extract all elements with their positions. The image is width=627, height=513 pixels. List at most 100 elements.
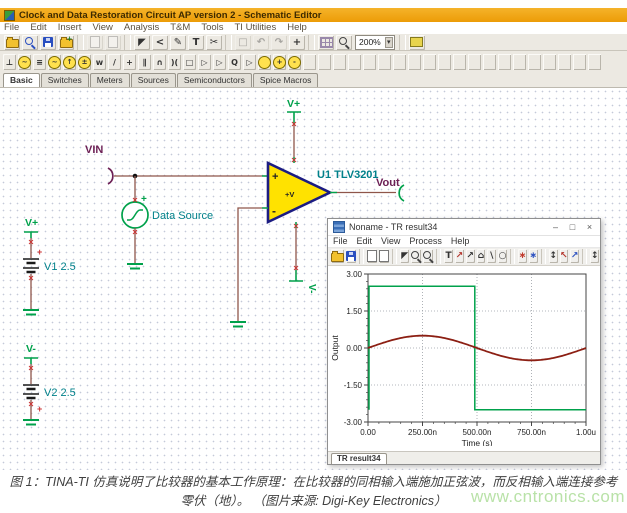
copy-icon[interactable] — [87, 35, 103, 50]
tr-menu-file[interactable]: File — [333, 236, 348, 246]
battery-icon[interactable]: ≡ — [33, 54, 46, 70]
tab-switches[interactable]: Switches — [41, 73, 89, 87]
voltage-generator-icon[interactable]: ~ — [48, 54, 61, 70]
tab-sources[interactable]: Sources — [131, 73, 176, 87]
io-pin-icon[interactable] — [258, 54, 271, 70]
crosshair-icon[interactable]: + — [289, 35, 305, 50]
ground-v2[interactable] — [23, 420, 39, 425]
last-component-icon[interactable]: < — [152, 35, 168, 50]
tr-result-tab[interactable]: TR result34 — [331, 453, 387, 464]
ground-source[interactable] — [127, 264, 143, 269]
open-icon[interactable] — [4, 35, 20, 50]
save-icon[interactable] — [40, 35, 56, 50]
signal-generator-icon[interactable]: ± — [78, 54, 91, 70]
probe-a-icon[interactable]: ↗ — [455, 249, 464, 263]
current-source-icon[interactable]: ↑ — [63, 54, 76, 70]
zoom-level-select[interactable]: 200%▾ — [355, 35, 395, 50]
tr-plot[interactable]: 0.00250.00n500.00n750.00n1.00u3.001.500.… — [328, 266, 598, 446]
battery-v1[interactable]: V1 2.5 — [23, 259, 76, 273]
text-tool-icon[interactable]: T — [444, 249, 453, 263]
draw-circle-icon[interactable]: ○ — [498, 249, 507, 263]
tr-menu-view[interactable]: View — [381, 236, 400, 246]
tr-result-window[interactable]: Noname - TR result34 –□× File Edit View Pro… — [327, 218, 601, 465]
vcc-pin-icon[interactable]: + — [273, 54, 286, 70]
node-plus-icon[interactable]: + — [123, 54, 136, 70]
transformer-icon[interactable]: )( — [168, 54, 181, 70]
x-axis-settings-icon[interactable]: ∗ — [518, 249, 527, 263]
menu-help[interactable]: Help — [287, 22, 307, 33]
diode-icon[interactable]: ▷ — [198, 54, 211, 70]
jumper-vplus-top[interactable]: V+ — [287, 98, 301, 119]
opamp-icon[interactable]: ▷ — [243, 54, 256, 70]
cursor-a-icon[interactable]: ↖ — [560, 249, 569, 263]
jumper-vminus-left[interactable]: V- — [24, 343, 38, 364]
maximize-button[interactable]: □ — [564, 219, 581, 235]
y-axis-settings-icon[interactable]: ∗ — [529, 249, 538, 263]
draw-line-icon[interactable]: \ — [487, 249, 496, 263]
tr-menu-edit[interactable]: Edit — [357, 236, 373, 246]
chevron-down-icon[interactable]: ▾ — [385, 37, 393, 48]
menu-ti-utilities[interactable]: TI Utilities — [235, 22, 277, 33]
zoom-in-icon[interactable] — [411, 249, 421, 263]
undo-icon[interactable]: ↶ — [253, 35, 269, 50]
tr-plot-area[interactable]: 0.00250.00n500.00n750.00n1.00u3.001.500.… — [328, 266, 600, 451]
paste-icon[interactable] — [105, 35, 121, 50]
npn-transistor-icon[interactable]: Q — [228, 54, 241, 70]
relay-icon[interactable]: □ — [183, 54, 196, 70]
jumper-vplus-left[interactable]: V+ — [24, 217, 38, 238]
menu-file[interactable]: File — [4, 22, 19, 33]
terminal-vin[interactable]: VIN — [85, 144, 113, 184]
jumper-vminus-mid[interactable]: V- — [289, 276, 317, 293]
zoom-window-icon[interactable]: □ — [235, 35, 251, 50]
terminal-vout[interactable]: Vout — [376, 177, 404, 201]
wire-inverting-ground[interactable] — [238, 208, 268, 322]
select-cursor-icon[interactable]: ◤ — [134, 35, 150, 50]
tab-spice-macros[interactable]: Spice Macros — [253, 73, 319, 87]
page-spinner-icon[interactable]: ↕ — [590, 249, 599, 263]
zener-diode-icon[interactable]: ▷ — [213, 54, 226, 70]
inductor-icon[interactable]: ∩ — [153, 54, 166, 70]
menu-analysis[interactable]: Analysis — [124, 22, 159, 33]
copy-icon[interactable] — [367, 249, 377, 263]
cursor-icon[interactable]: ◤ — [400, 249, 409, 263]
menu-t-m[interactable]: T&M — [170, 22, 190, 33]
legend-box-icon[interactable]: ⌂ — [477, 249, 486, 263]
draw-wire-icon[interactable]: ✎ — [170, 35, 186, 50]
tab-semiconductors[interactable]: Semiconductors — [177, 73, 252, 87]
close-button[interactable]: × — [581, 219, 598, 235]
voltage-source-icon[interactable]: ~ — [18, 54, 31, 70]
battery-v2[interactable]: V2 2.5 — [23, 385, 76, 399]
find-icon[interactable] — [22, 35, 38, 50]
tab-meters[interactable]: Meters — [90, 73, 130, 87]
save-icon[interactable] — [346, 249, 356, 263]
cursor-b-icon[interactable]: ↗ — [570, 249, 579, 263]
menu-tools[interactable]: Tools — [201, 22, 223, 33]
redo-icon[interactable]: ↷ — [271, 35, 287, 50]
autoscale-icon[interactable]: ↕ — [549, 249, 558, 263]
export-icon[interactable] — [379, 249, 389, 263]
cut-icon[interactable]: ✂ — [206, 35, 222, 50]
macro-chip-icon[interactable] — [409, 35, 425, 50]
switch-icon[interactable]: / — [108, 54, 121, 70]
tr-titlebar[interactable]: Noname - TR result34 –□× — [328, 219, 600, 236]
zoom-area-icon[interactable] — [423, 249, 433, 263]
open-icon[interactable] — [331, 249, 344, 263]
tr-menu-process[interactable]: Process — [409, 236, 442, 246]
zoom-tool-icon[interactable] — [336, 35, 352, 50]
menu-view[interactable]: View — [92, 22, 112, 33]
minimize-button[interactable]: – — [547, 219, 564, 235]
tab-basic[interactable]: Basic — [3, 73, 40, 87]
text-tool-icon[interactable]: T — [188, 35, 204, 50]
tr-menu-help[interactable]: Help — [451, 236, 470, 246]
ground-v1[interactable] — [23, 310, 39, 315]
open-macro-icon[interactable] — [58, 35, 74, 50]
menu-insert[interactable]: Insert — [58, 22, 82, 33]
grid-toggle-icon[interactable] — [318, 35, 334, 50]
capacitor-icon[interactable]: ∥ — [138, 54, 151, 70]
probe-b-icon[interactable]: ↗ — [466, 249, 475, 263]
ground-inverting[interactable] — [230, 322, 246, 327]
menu-edit[interactable]: Edit — [30, 22, 46, 33]
jumper-icon[interactable]: ⊥ — [3, 54, 16, 70]
gnd-pin-icon[interactable]: - — [288, 54, 301, 70]
resistor-icon[interactable]: w — [93, 54, 106, 70]
